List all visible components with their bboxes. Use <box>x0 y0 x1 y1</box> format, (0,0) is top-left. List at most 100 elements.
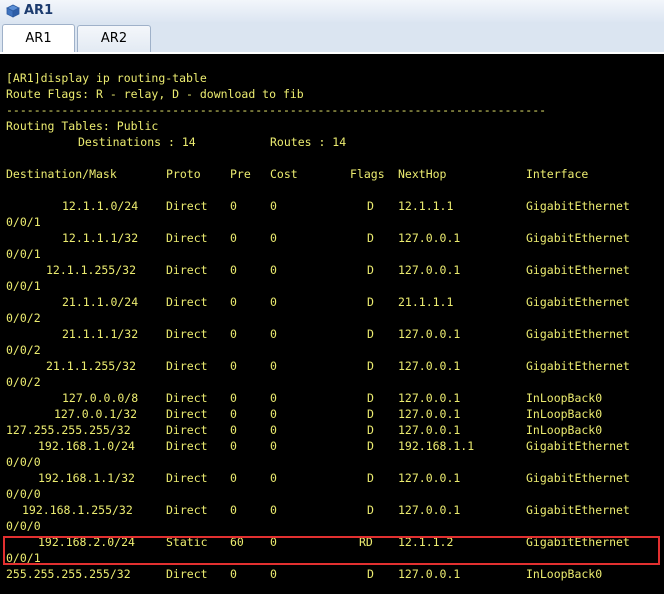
route-proto: Direct <box>166 471 208 485</box>
route-nexthop: 127.0.0.1 <box>398 359 461 373</box>
route-flags: D <box>367 327 374 341</box>
route-proto: Direct <box>166 567 208 581</box>
route-proto: Direct <box>166 503 208 517</box>
interface-continuation: 0/0/0 <box>6 455 41 469</box>
route-nexthop: 127.0.0.1 <box>398 231 461 245</box>
interface-continuation: 0/0/1 <box>6 247 41 261</box>
route-nexthop: 127.0.0.1 <box>398 327 461 341</box>
route-proto: Direct <box>166 423 208 437</box>
route-flags: D <box>367 295 374 309</box>
route-cost: 0 <box>270 295 277 309</box>
route-interface: GigabitEthernet <box>526 295 630 309</box>
route-pre: 0 <box>230 471 237 485</box>
interface-continuation: 0/0/2 <box>6 343 41 357</box>
route-cost: 0 <box>270 567 277 581</box>
separator-line: ----------------------------------------… <box>6 103 547 117</box>
route-interface: GigabitEthernet <box>526 263 630 277</box>
route-nexthop: 12.1.1.1 <box>398 199 454 213</box>
route-pre: 0 <box>230 263 237 277</box>
route-destination: 192.168.1.1/32 <box>38 471 135 485</box>
route-nexthop: 127.0.0.1 <box>398 471 461 485</box>
routing-tables-line: Routing Tables: Public <box>6 119 159 133</box>
route-cost: 0 <box>270 471 277 485</box>
route-flags: D <box>367 407 374 421</box>
interface-continuation: 0/0/1 <box>6 215 41 229</box>
tab-ar1[interactable]: AR1 <box>2 24 75 54</box>
route-cost: 0 <box>270 439 277 453</box>
route-interface: GigabitEthernet <box>526 359 630 373</box>
route-destination: 12.1.1.255/32 <box>46 263 137 277</box>
routes-count: Routes : 14 <box>270 135 347 149</box>
route-nexthop: 127.0.0.1 <box>398 503 461 517</box>
route-pre: 0 <box>230 439 237 453</box>
route-nexthop: 192.168.1.1 <box>398 439 475 453</box>
route-cost: 0 <box>270 407 277 421</box>
table-row: 12.1.1.0/24 Direct 0 0 D 12.1.1.1 GigabitEther… <box>0 198 664 214</box>
route-interface: GigabitEthernet <box>526 471 630 485</box>
route-interface: InLoopBack0 <box>526 391 603 405</box>
route-pre: 0 <box>230 327 237 341</box>
route-proto: Direct <box>166 327 208 341</box>
route-flags: D <box>367 263 374 277</box>
header-interface: Interface <box>526 167 589 181</box>
route-pre: 0 <box>230 503 237 517</box>
route-destination: 127.255.255.255/32 <box>6 423 131 437</box>
table-row: 192.168.1.0/24 Direct 0 0 D 192.168.1.1 Gigabi… <box>0 438 664 454</box>
highlight-box <box>3 536 660 565</box>
route-interface: InLoopBack0 <box>526 567 603 581</box>
window-title: AR1 <box>24 3 54 18</box>
route-destination: 255.255.255.255/32 <box>6 567 131 581</box>
route-flags: D <box>367 391 374 405</box>
route-flags-line: Route Flags: R - relay, D - download to … <box>6 87 304 101</box>
route-pre: 0 <box>230 423 237 437</box>
route-flags: D <box>367 423 374 437</box>
table-row: 192.168.1.255/32 Direct 0 0 D 127.0.0.1 Gigabi… <box>0 502 664 518</box>
route-nexthop: 127.0.0.1 <box>398 567 461 581</box>
tab-ar2[interactable]: AR2 <box>77 25 151 52</box>
route-destination: 21.1.1.255/32 <box>46 359 137 373</box>
route-pre: 0 <box>230 407 237 421</box>
route-nexthop: 127.0.0.1 <box>398 423 461 437</box>
route-destination: 12.1.1.1/32 <box>62 231 139 245</box>
command-line: [AR1]display ip routing-table <box>6 71 207 85</box>
route-flags: D <box>367 359 374 373</box>
table-row: 127.0.0.0/8 Direct 0 0 D 127.0.0.1 InLoopBack0 <box>0 390 664 406</box>
destinations-count: Destinations : 14 <box>78 135 196 149</box>
route-cost: 0 <box>270 359 277 373</box>
route-destination: 192.168.1.0/24 <box>38 439 135 453</box>
route-pre: 0 <box>230 391 237 405</box>
header-destination: Destination/Mask <box>6 167 117 181</box>
route-cost: 0 <box>270 263 277 277</box>
table-row: 21.1.1.1/32 Direct 0 0 D 127.0.0.1 GigabitEthe… <box>0 326 664 342</box>
route-pre: 0 <box>230 567 237 581</box>
table-row: 12.1.1.1/32 Direct 0 0 D 127.0.0.1 GigabitEthe… <box>0 230 664 246</box>
interface-continuation: 0/0/0 <box>6 487 41 501</box>
tab-bar: AR1 AR2 <box>0 22 664 54</box>
route-cost: 0 <box>270 231 277 245</box>
route-cost: 0 <box>270 391 277 405</box>
route-proto: Direct <box>166 391 208 405</box>
table-row: 21.1.1.0/24 Direct 0 0 D 21.1.1.1 GigabitEther… <box>0 294 664 310</box>
terminal-console[interactable]: [AR1]display ip routing-table Route Flag… <box>0 54 664 594</box>
route-nexthop: 127.0.0.1 <box>398 391 461 405</box>
table-row: 12.1.1.255/32 Direct 0 0 D 127.0.0.1 GigabitEt… <box>0 262 664 278</box>
route-interface: GigabitEthernet <box>526 503 630 517</box>
table-row: 192.168.1.1/32 Direct 0 0 D 127.0.0.1 GigabitE… <box>0 470 664 486</box>
summary-line: Destinations : 14 Routes : 14 <box>0 134 664 150</box>
route-proto: Direct <box>166 407 208 421</box>
route-destination: 127.0.0.1/32 <box>54 407 138 421</box>
route-flags: D <box>367 199 374 213</box>
route-pre: 0 <box>230 231 237 245</box>
route-flags: D <box>367 231 374 245</box>
route-nexthop: 127.0.0.1 <box>398 263 461 277</box>
route-destination: 192.168.1.255/32 <box>22 503 133 517</box>
route-proto: Direct <box>166 231 208 245</box>
route-proto: Direct <box>166 263 208 277</box>
route-cost: 0 <box>270 327 277 341</box>
interface-continuation: 0/0/2 <box>6 375 41 389</box>
route-interface: InLoopBack0 <box>526 407 603 421</box>
route-destination: 12.1.1.0/24 <box>62 199 139 213</box>
route-interface: GigabitEthernet <box>526 327 630 341</box>
header-pre: Pre <box>230 167 251 181</box>
route-cost: 0 <box>270 423 277 437</box>
